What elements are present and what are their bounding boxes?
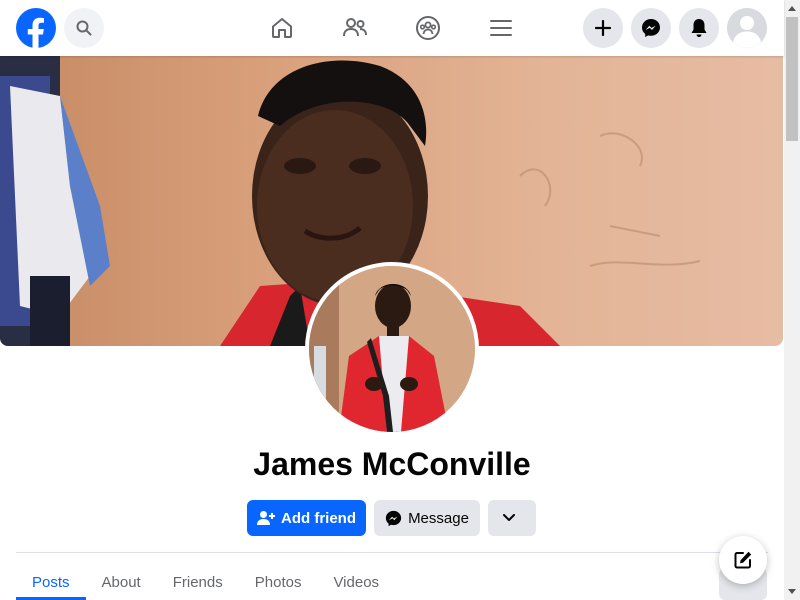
profile-picture[interactable] bbox=[305, 262, 479, 436]
top-navigation-bar bbox=[0, 0, 784, 56]
facebook-logo-icon[interactable] bbox=[16, 8, 56, 48]
nav-groups[interactable] bbox=[412, 12, 444, 44]
messenger-button[interactable] bbox=[631, 8, 671, 48]
messenger-icon bbox=[642, 19, 660, 37]
add-friend-icon bbox=[257, 511, 275, 525]
nav-friends[interactable] bbox=[339, 12, 371, 44]
scroll-up-arrow[interactable] bbox=[788, 6, 796, 11]
tab-videos[interactable]: Videos bbox=[317, 570, 395, 600]
tab-about[interactable]: About bbox=[86, 570, 157, 600]
add-friend-button[interactable]: Add friend bbox=[247, 500, 366, 536]
tab-posts[interactable]: Posts bbox=[16, 570, 86, 600]
search-icon bbox=[76, 20, 92, 36]
message-button[interactable]: Message bbox=[374, 500, 480, 536]
default-avatar-icon bbox=[727, 8, 767, 48]
tab-friends[interactable]: Friends bbox=[157, 570, 239, 600]
more-options-button[interactable] bbox=[488, 500, 536, 536]
menu-icon bbox=[490, 20, 512, 36]
add-friend-label: Add friend bbox=[281, 509, 356, 527]
profile-divider bbox=[16, 552, 768, 553]
bell-icon bbox=[691, 19, 707, 37]
plus-icon bbox=[595, 20, 611, 36]
scrollbar-thumb[interactable] bbox=[786, 17, 798, 141]
create-button[interactable] bbox=[583, 8, 623, 48]
nav-menu[interactable] bbox=[485, 12, 517, 44]
groups-icon bbox=[416, 16, 440, 40]
scroll-down-arrow[interactable] bbox=[788, 589, 796, 594]
page-scrollbar[interactable] bbox=[784, 0, 800, 600]
message-label: Message bbox=[408, 509, 469, 527]
friends-icon bbox=[343, 18, 367, 37]
edit-icon bbox=[734, 551, 752, 569]
home-icon bbox=[272, 18, 292, 38]
profile-tabs: Posts About Friends Photos Videos bbox=[16, 570, 395, 600]
messenger-icon bbox=[385, 510, 402, 526]
nav-home[interactable] bbox=[266, 12, 298, 44]
chevron-down-icon bbox=[503, 514, 515, 521]
profile-name: James McConville bbox=[253, 446, 531, 482]
profile-picture-image bbox=[309, 266, 475, 432]
tab-photos[interactable]: Photos bbox=[239, 570, 318, 600]
new-message-button[interactable] bbox=[719, 536, 767, 584]
account-avatar[interactable] bbox=[727, 8, 767, 48]
search-button[interactable] bbox=[64, 8, 104, 48]
notifications-button[interactable] bbox=[679, 8, 719, 48]
